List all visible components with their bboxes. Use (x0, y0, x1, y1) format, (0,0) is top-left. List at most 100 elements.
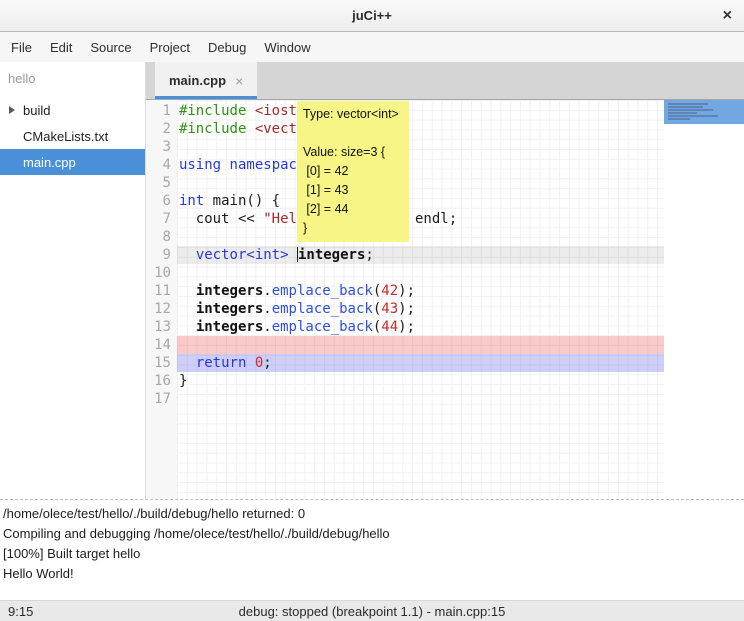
code-token: . (263, 283, 271, 299)
line-number[interactable]: 13 (146, 318, 171, 336)
code-token (179, 355, 196, 371)
sidebar-item-label: main.cpp (23, 155, 76, 170)
line-number-gutter[interactable]: 1234567891011121314151617 (146, 100, 177, 499)
minimap-code-preview (668, 115, 718, 117)
line-number[interactable]: 1 (146, 102, 171, 120)
code-token: int (179, 193, 204, 209)
code-token: integers (298, 247, 365, 263)
menu-item-source[interactable]: Source (81, 35, 140, 60)
sidebar-item-build[interactable]: build (0, 97, 145, 123)
code-token (179, 319, 196, 335)
tooltip-line (303, 124, 403, 143)
code-token: . (263, 319, 271, 335)
title-bar: juCi++ × (0, 0, 744, 32)
minimap-code-preview (668, 106, 702, 108)
code-token: main() { (204, 193, 280, 209)
line-number[interactable]: 15 (146, 354, 171, 372)
line-number[interactable]: 16 (146, 372, 171, 390)
minimap[interactable] (664, 100, 744, 499)
code-line-6[interactable]: int main() { (177, 192, 664, 210)
code-token: 43 (381, 301, 398, 317)
line-number[interactable]: 2 (146, 120, 171, 138)
code-token: } (179, 373, 187, 389)
debug-status: debug: stopped (breakpoint 1.1) - main.c… (0, 604, 744, 619)
status-bar: 9:15 debug: stopped (breakpoint 1.1) - m… (0, 600, 744, 621)
sidebar-item-label: build (23, 103, 50, 118)
main-area: hello build CMakeLists.txt main.cpp main.c… (0, 62, 744, 499)
code-line-5[interactable] (177, 174, 664, 192)
menu-item-project[interactable]: Project (141, 35, 199, 60)
line-number[interactable]: 8 (146, 228, 171, 246)
sidebar-item-label: CMakeLists.txt (23, 129, 108, 144)
line-number[interactable]: 7 (146, 210, 171, 228)
tooltip-line: } (303, 219, 403, 238)
code-line-8[interactable] (177, 228, 664, 246)
tooltip-line: Value: size=3 { (303, 143, 403, 162)
code-token (179, 301, 196, 317)
sidebar-item-cmakelists-txt[interactable]: CMakeLists.txt (0, 123, 145, 149)
code-line-1[interactable]: #include <iostream> (177, 102, 664, 120)
tab-main-cpp[interactable]: main.cpp× (155, 62, 257, 99)
close-icon[interactable]: × (723, 0, 732, 31)
code-line-4[interactable]: using namespace std; (177, 156, 664, 174)
line-number[interactable]: 10 (146, 264, 171, 282)
tooltip-line: Type: vector<int> (303, 105, 403, 124)
code-token: ); (398, 319, 415, 335)
line-number[interactable]: 5 (146, 174, 171, 192)
code-token: #include (179, 103, 255, 119)
code-token: using (179, 157, 221, 173)
code-line-13[interactable]: integers.emplace_back(44); (177, 318, 664, 336)
menu-item-edit[interactable]: Edit (41, 35, 81, 60)
code-token: integers (196, 301, 263, 317)
line-number[interactable]: 4 (146, 156, 171, 174)
code-line-3[interactable] (177, 138, 664, 156)
line-number[interactable]: 6 (146, 192, 171, 210)
build-output-console: /home/olece/test/hello/./build/debug/hel… (0, 499, 744, 600)
code-token: integers (196, 283, 263, 299)
code-line-12[interactable]: integers.emplace_back(43); (177, 300, 664, 318)
code-line-9[interactable]: vector<int> integers; (177, 246, 664, 264)
code-line-2[interactable]: #include <vector> (177, 120, 664, 138)
code-token: #include (179, 121, 255, 137)
code-token: emplace_back (272, 283, 373, 299)
console-line: /home/olece/test/hello/./build/debug/hel… (3, 504, 741, 524)
line-number[interactable]: 12 (146, 300, 171, 318)
menu-item-file[interactable]: File (2, 35, 41, 60)
editor: 1234567891011121314151617 #include <iost… (146, 100, 744, 499)
code-line-17[interactable] (177, 390, 664, 408)
menu-item-window[interactable]: Window (255, 35, 319, 60)
tooltip-line: [0] = 42 (303, 162, 403, 181)
menu-item-debug[interactable]: Debug (199, 35, 255, 60)
triangle-right-icon[interactable] (9, 106, 15, 114)
project-name: hello (0, 62, 145, 97)
code-line-14[interactable] (177, 336, 664, 354)
code-token: return (196, 355, 247, 371)
line-number[interactable]: 17 (146, 390, 171, 408)
code-line-11[interactable]: integers.emplace_back(42); (177, 282, 664, 300)
sidebar-item-main-cpp[interactable]: main.cpp (0, 149, 145, 175)
code-line-10[interactable] (177, 264, 664, 282)
line-number[interactable]: 14 (146, 336, 171, 354)
close-tab-icon[interactable]: × (235, 73, 243, 89)
code-line-15[interactable]: return 0; (177, 354, 664, 372)
line-number[interactable]: 3 (146, 138, 171, 156)
minimap-code-preview (668, 109, 713, 111)
code-token (179, 247, 196, 263)
code-lines: #include <iostream>#include <vector> usin… (177, 102, 664, 408)
code-line-7[interactable]: cout << "Hello World!" << endl; (177, 210, 664, 228)
code-token (289, 247, 297, 263)
code-line-16[interactable]: } (177, 372, 664, 390)
minimap-visible-region[interactable] (664, 100, 744, 124)
line-number[interactable]: 9 (146, 246, 171, 264)
code-token (246, 355, 254, 371)
code-token: . (263, 301, 271, 317)
code-token: vector<int> (196, 247, 289, 263)
code-area[interactable]: #include <iostream>#include <vector> usin… (177, 100, 664, 499)
line-number[interactable]: 11 (146, 282, 171, 300)
code-token: cout << (179, 211, 263, 227)
minimap-code-preview (668, 118, 690, 120)
minimap-code-preview (668, 112, 697, 114)
active-tab-indicator (155, 96, 257, 99)
debug-value-tooltip: Type: vector<int> Value: size=3 { [0] = 4… (297, 101, 409, 242)
code-token: 42 (381, 283, 398, 299)
